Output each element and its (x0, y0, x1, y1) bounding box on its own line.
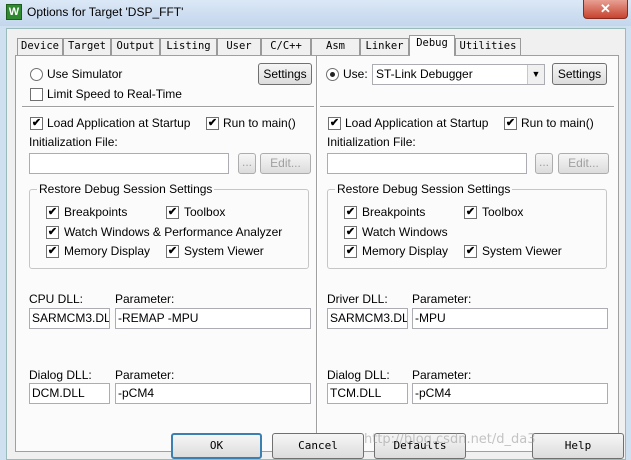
left-toolbox-label: Toolbox (184, 205, 226, 219)
driver-dll-input[interactable]: SARMCM3.DLL (327, 308, 408, 329)
chevron-down-icon[interactable]: ▼ (527, 65, 544, 84)
left-load-app-checkbox[interactable]: ✔ (30, 117, 43, 130)
right-load-app-checkbox[interactable]: ✔ (328, 117, 341, 130)
right-run-to-main-checkbox[interactable]: ✔ (504, 117, 517, 130)
left-system-viewer-label: System Viewer (184, 244, 264, 258)
debugger-select[interactable]: ST-Link Debugger ▼ (372, 64, 545, 85)
left-breakpoints-checkbox[interactable]: ✔ (46, 206, 59, 219)
driver-parameter-label: Parameter: (412, 292, 472, 306)
debugger-select-value: ST-Link Debugger (376, 67, 473, 81)
dialog-body: Device Target Output Listing User C/C++ … (6, 28, 626, 460)
tab-user[interactable]: User (217, 38, 261, 55)
right-dialog-dll-label: Dialog DLL: (327, 368, 390, 382)
right-init-file-label: Initialization File: (327, 135, 416, 149)
right-restore-group: Restore Debug Session Settings ✔ Breakpo… (327, 182, 607, 269)
cancel-button[interactable]: Cancel (272, 433, 364, 459)
left-restore-title: Restore Debug Session Settings (37, 182, 215, 196)
left-dialog-parameter-input[interactable]: -pCM4 (115, 383, 311, 404)
right-system-viewer-checkbox[interactable]: ✔ (464, 245, 477, 258)
tab-target[interactable]: Target (63, 38, 111, 55)
cpu-parameter-input[interactable]: -REMAP -MPU (115, 308, 311, 329)
left-watch-checkbox[interactable]: ✔ (46, 226, 59, 239)
help-button[interactable]: Help (532, 433, 624, 459)
tab-linker[interactable]: Linker (360, 38, 409, 55)
right-breakpoints-checkbox[interactable]: ✔ (344, 206, 357, 219)
right-edit-button[interactable]: Edit... (558, 153, 609, 174)
right-memory-label: Memory Display (362, 244, 449, 258)
tab-device[interactable]: Device (17, 38, 63, 55)
tab-output[interactable]: Output (111, 38, 160, 55)
right-dialog-parameter-input[interactable]: -pCM4 (412, 383, 608, 404)
left-browse-button[interactable]: ... (238, 153, 256, 174)
cpu-dll-input[interactable]: SARMCM3.DLL (29, 308, 110, 329)
window-title: Options for Target 'DSP_FFT' (27, 5, 184, 19)
tab-asm[interactable]: Asm (311, 38, 360, 55)
limit-speed-checkbox[interactable] (30, 88, 43, 101)
debug-panel: Use Simulator Settings Limit Speed to Re… (15, 55, 619, 452)
right-dialog-parameter-label: Parameter: (412, 368, 472, 382)
right-init-file-input[interactable] (327, 153, 527, 174)
use-label: Use: (343, 67, 368, 81)
left-dialog-dll-label: Dialog DLL: (29, 368, 92, 382)
debugger-settings-button[interactable]: Settings (552, 63, 607, 85)
left-toolbox-checkbox[interactable]: ✔ (166, 206, 179, 219)
right-separator (320, 106, 614, 108)
right-browse-button[interactable]: ... (535, 153, 553, 174)
left-separator (22, 106, 314, 108)
driver-parameter-input[interactable]: -MPU (412, 308, 608, 329)
left-init-file-label: Initialization File: (29, 135, 118, 149)
left-dialog-parameter-label: Parameter: (115, 368, 175, 382)
right-toolbox-label: Toolbox (482, 205, 524, 219)
app-icon: W (6, 4, 22, 20)
right-breakpoints-label: Breakpoints (362, 205, 426, 219)
use-simulator-radio[interactable] (30, 68, 43, 81)
tab-listing[interactable]: Listing (160, 38, 217, 55)
ok-button[interactable]: OK (171, 433, 262, 459)
right-dialog-dll-input[interactable]: TCM.DLL (327, 383, 408, 404)
title-bar: W Options for Target 'DSP_FFT' ✕ (0, 0, 631, 26)
left-watch-label: Watch Windows & Performance Analyzer (64, 225, 283, 239)
tab-c-cpp[interactable]: C/C++ (261, 38, 311, 55)
simulator-settings-button[interactable]: Settings (258, 63, 312, 85)
left-system-viewer-checkbox[interactable]: ✔ (166, 245, 179, 258)
left-run-to-main-checkbox[interactable]: ✔ (206, 117, 219, 130)
tab-strip: Device Target Output Listing User C/C++ … (17, 35, 527, 56)
left-memory-label: Memory Display (64, 244, 151, 258)
left-run-to-main-label: Run to main() (223, 116, 296, 130)
right-system-viewer-label: System Viewer (482, 244, 562, 258)
left-breakpoints-label: Breakpoints (64, 205, 128, 219)
tab-utilities[interactable]: Utilities (455, 38, 521, 55)
vertical-divider (316, 56, 318, 451)
left-dialog-dll-input[interactable]: DCM.DLL (29, 383, 110, 404)
right-watch-checkbox[interactable]: ✔ (344, 226, 357, 239)
use-simulator-label: Use Simulator (47, 67, 123, 81)
watermark: http://blog.csdn.net/d_da3 (364, 432, 536, 447)
right-memory-checkbox[interactable]: ✔ (344, 245, 357, 258)
right-watch-label: Watch Windows (362, 225, 448, 239)
cpu-dll-label: CPU DLL: (29, 292, 84, 306)
left-edit-button[interactable]: Edit... (260, 153, 311, 174)
use-debugger-radio[interactable] (326, 68, 339, 81)
left-init-file-input[interactable] (29, 153, 229, 174)
limit-speed-label: Limit Speed to Real-Time (47, 87, 182, 101)
driver-dll-label: Driver DLL: (327, 292, 388, 306)
left-load-app-label: Load Application at Startup (47, 116, 191, 130)
right-run-to-main-label: Run to main() (521, 116, 594, 130)
left-memory-checkbox[interactable]: ✔ (46, 245, 59, 258)
cpu-parameter-label: Parameter: (115, 292, 175, 306)
close-button[interactable]: ✕ (583, 0, 628, 19)
right-restore-title: Restore Debug Session Settings (335, 182, 513, 196)
tab-debug[interactable]: Debug (409, 35, 455, 56)
right-load-app-label: Load Application at Startup (345, 116, 489, 130)
left-restore-group: Restore Debug Session Settings ✔ Breakpo… (29, 182, 309, 269)
right-toolbox-checkbox[interactable]: ✔ (464, 206, 477, 219)
